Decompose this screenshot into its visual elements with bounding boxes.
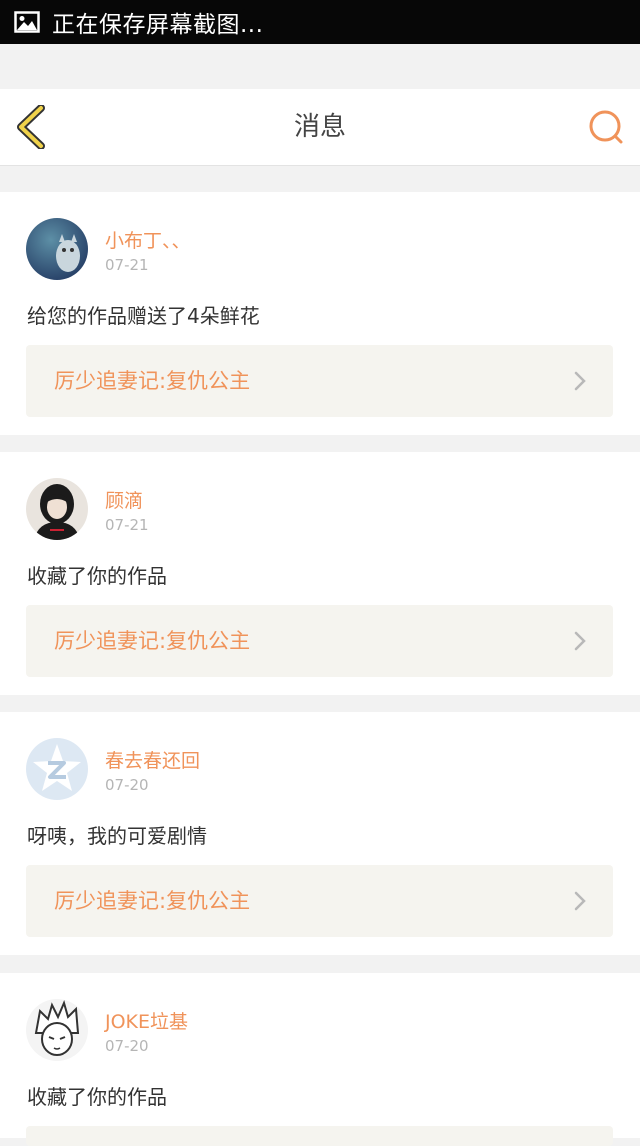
- chevron-right-icon: [574, 371, 586, 391]
- message-card: JOKE垃基 07-20 收藏了你的作品: [0, 973, 640, 1146]
- message-text: 给您的作品赠送了4朵鲜花: [27, 304, 260, 328]
- work-title: 厉少追妻记:复仇公主: [54, 889, 251, 913]
- work-link[interactable]: 厉少追妻记:复仇公主: [26, 865, 613, 937]
- header: 消息: [0, 89, 640, 166]
- work-link[interactable]: 厉少追妻记:复仇公主: [26, 605, 613, 677]
- chevron-right-icon: [574, 631, 586, 651]
- message-date: 07-21: [105, 516, 149, 534]
- work-title: 厉少追妻记:复仇公主: [54, 369, 251, 393]
- status-text: 正在保存屏幕截图...: [52, 12, 264, 38]
- message-text: 收藏了你的作品: [27, 564, 167, 588]
- username[interactable]: 顾滴: [105, 486, 143, 513]
- message-card: 顾滴 07-21 收藏了你的作品 厉少追妻记:复仇公主: [0, 452, 640, 695]
- avatar[interactable]: [26, 478, 88, 540]
- work-title: 厉少追妻记:复仇公主: [54, 629, 251, 653]
- avatar[interactable]: [26, 738, 88, 800]
- message-card: 小布丁、、 07-21 给您的作品赠送了4朵鲜花 厉少追妻记:复仇公主: [0, 192, 640, 435]
- message-date: 07-20: [105, 776, 149, 794]
- message-card: 春去春还回 07-20 呀咦，我的可爱剧情 厉少追妻记:复仇公主: [0, 712, 640, 955]
- search-icon[interactable]: [586, 107, 626, 147]
- page-title: 消息: [293, 112, 346, 142]
- work-link[interactable]: [26, 1126, 613, 1146]
- image-icon: [14, 11, 40, 33]
- chevron-right-icon: [574, 891, 586, 911]
- username[interactable]: JOKE垃基: [105, 1007, 188, 1034]
- username[interactable]: 春去春还回: [105, 746, 200, 773]
- work-link[interactable]: 厉少追妻记:复仇公主: [26, 345, 613, 417]
- status-bar: 正在保存屏幕截图...: [0, 0, 640, 44]
- message-text: 呀咦，我的可爱剧情: [27, 824, 207, 848]
- avatar[interactable]: [26, 999, 88, 1061]
- message-date: 07-20: [105, 1037, 149, 1055]
- message-date: 07-21: [105, 256, 149, 274]
- message-text: 收藏了你的作品: [27, 1085, 167, 1109]
- avatar[interactable]: [26, 218, 88, 280]
- username[interactable]: 小布丁、、: [105, 226, 191, 253]
